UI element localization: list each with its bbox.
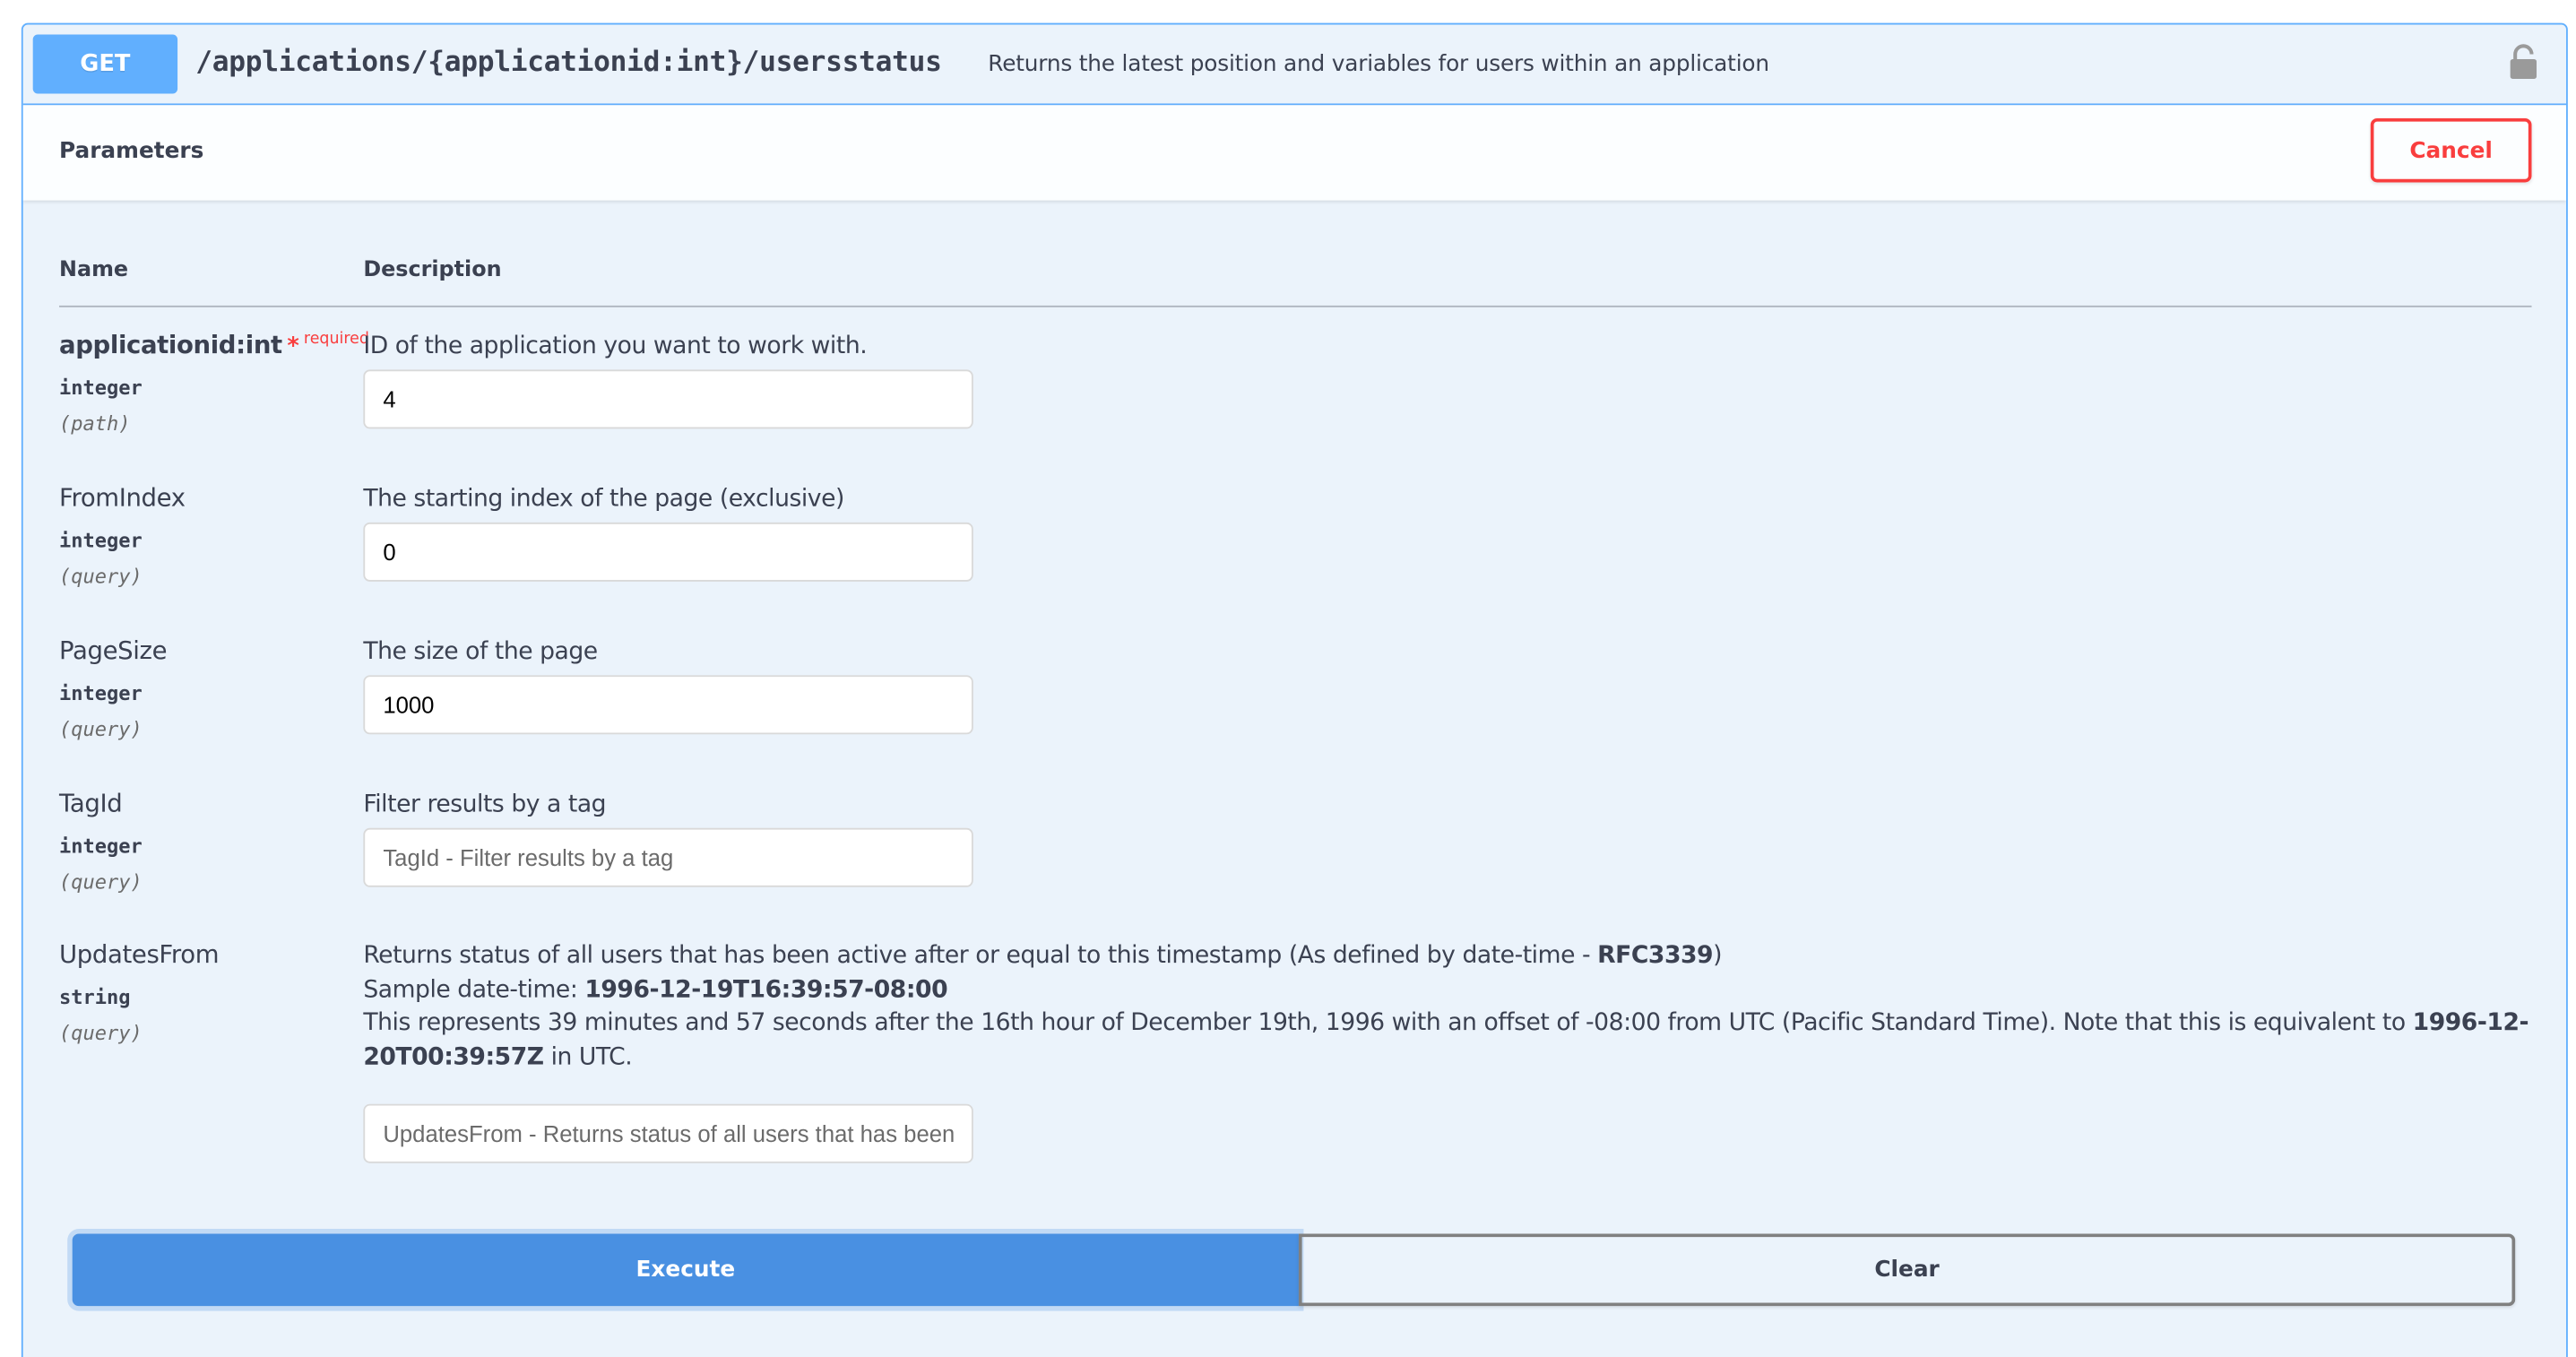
lock-icon[interactable] (2507, 43, 2540, 82)
param-name: applicationid:int * required (59, 330, 369, 359)
desc-bold: RFC3339 (1597, 943, 1714, 970)
parameters-header: Parameters Cancel (22, 105, 2567, 201)
param-type: string (59, 985, 131, 1009)
stage: GET /applications/{applicationid:int}/us… (0, 0, 2576, 1357)
http-method-badge: GET (32, 34, 178, 94)
desc-text: ) (1713, 943, 1723, 970)
header-divider (59, 305, 2532, 307)
pagesize-input[interactable] (363, 675, 973, 735)
param-name: FromIndex (59, 482, 186, 513)
applicationid-input[interactable] (363, 369, 973, 429)
param-description: The size of the page (363, 638, 598, 666)
operation-block: GET /applications/{applicationid:int}/us… (21, 22, 2568, 1357)
tagid-input[interactable] (363, 827, 973, 887)
desc-text: Returns status of all users that has bee… (363, 943, 1598, 970)
updatesfrom-input[interactable] (363, 1103, 973, 1163)
clear-button[interactable]: Clear (1298, 1233, 2516, 1307)
param-name-text: applicationid:int (59, 330, 282, 360)
param-description: The starting index of the page (exclusiv… (363, 486, 844, 513)
desc-text: in UTC. (543, 1043, 633, 1071)
execute-button[interactable]: Execute (72, 1233, 1299, 1307)
param-type: integer (59, 834, 143, 858)
desc-text: Sample date-time: (363, 976, 585, 1003)
required-star: * (287, 333, 299, 360)
param-name: TagId (59, 788, 123, 818)
param-location: (query) (59, 565, 143, 589)
param-type: integer (59, 681, 143, 705)
desc-text: This represents 39 minutes and 57 second… (363, 1010, 2413, 1037)
required-label: required (303, 330, 369, 349)
param-type: integer (59, 376, 143, 400)
param-location: (query) (59, 1022, 143, 1045)
operation-summary-text: Returns the latest position and variable… (988, 50, 1769, 78)
param-location: (query) (59, 717, 143, 741)
param-description: ID of the application you want to work w… (363, 333, 868, 360)
param-name: UpdatesFrom (59, 939, 220, 970)
param-type: integer (59, 529, 143, 552)
operation-path: /applications/{applicationid:int}/userss… (195, 46, 942, 79)
name-column-header: Name (59, 257, 129, 283)
fromindex-input[interactable] (363, 522, 973, 582)
desc-bold: 1996-12-19T16:39:57-08:00 (584, 976, 948, 1003)
param-description: Returns status of all users that has bee… (363, 939, 2533, 1074)
execute-wrapper: Execute Clear (72, 1233, 2516, 1307)
param-description: Filter results by a tag (363, 791, 607, 818)
operation-summary[interactable]: GET /applications/{applicationid:int}/us… (22, 24, 2567, 106)
description-column-header: Description (363, 257, 502, 283)
param-name: PageSize (59, 635, 168, 666)
param-location: (query) (59, 870, 143, 895)
parameters-title: Parameters (59, 137, 204, 165)
cancel-button[interactable]: Cancel (2370, 117, 2532, 183)
param-location: (path) (59, 412, 131, 436)
